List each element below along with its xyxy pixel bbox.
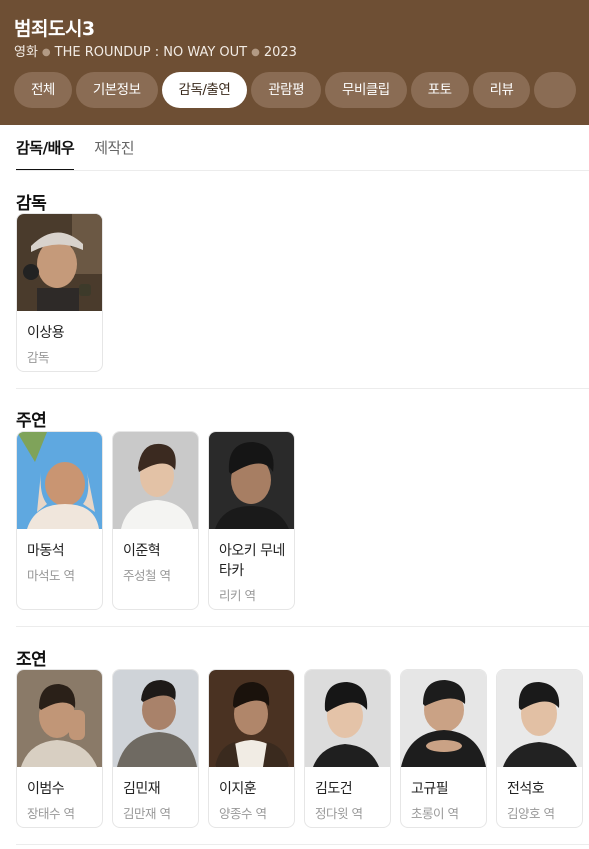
person-name: 고규필 [411, 781, 449, 797]
person-name: 김민재 [123, 781, 161, 797]
person-photo [113, 670, 198, 767]
person-card[interactable]: 김도건 정다윗 역 [304, 669, 391, 828]
person-photo [305, 670, 390, 767]
section-title-supporting: 조연 [16, 650, 47, 670]
person-name: 전석호 [507, 781, 545, 797]
person-card[interactable]: 이상용 감독 [16, 213, 103, 372]
person-photo [113, 432, 198, 529]
person-card[interactable]: 마동석 마석도 역 [16, 431, 103, 610]
tab-review-posts[interactable]: 리뷰 [472, 72, 531, 108]
separator-dot-icon: ● [251, 47, 260, 58]
person-photo [497, 670, 582, 767]
person-role: 주성철 역 [123, 568, 171, 583]
tab-all[interactable]: 전체 [14, 72, 72, 108]
person-role: 마석도 역 [27, 568, 75, 583]
person-card[interactable]: 고규필 초롱이 역 [400, 669, 487, 828]
meta-year: 2023 [263, 45, 297, 60]
person-role: 김만재 역 [123, 806, 171, 821]
section-divider [16, 844, 589, 845]
person-photo [401, 670, 486, 767]
person-photo [209, 432, 294, 529]
category-tabs: 전체 기본정보 감독/출연 관람평 무비클립 포토 리뷰 [14, 72, 589, 108]
person-name: 이지훈 [219, 781, 257, 797]
tab-basic-info[interactable]: 기본정보 [75, 72, 158, 108]
movie-meta: 영화 ● THE ROUNDUP : NO WAY OUT ● 2023 [14, 41, 297, 60]
person-role: 리키 역 [219, 588, 256, 603]
meta-type: 영화 [14, 45, 38, 60]
tab-reviews[interactable]: 관람평 [251, 72, 322, 108]
subtab-divider [16, 170, 589, 171]
person-role: 감독 [27, 350, 50, 365]
person-role: 김양호 역 [507, 806, 555, 821]
person-name: 마동석 [27, 543, 65, 559]
person-photo [17, 670, 102, 767]
section-title-director: 감독 [16, 194, 47, 214]
person-role: 장태수 역 [27, 806, 75, 821]
person-card[interactable]: 아오키 무네타카 리키 역 [208, 431, 295, 610]
person-card[interactable]: 이준혁 주성철 역 [112, 431, 199, 610]
movie-title: 범죄도시3 [14, 18, 95, 40]
movie-header: 범죄도시3 영화 ● THE ROUNDUP : NO WAY OUT ● 2023 전… [0, 0, 589, 125]
tab-movie-clips[interactable]: 무비클립 [325, 72, 407, 108]
person-card[interactable]: 이범수 장태수 역 [16, 669, 103, 828]
person-photo [17, 214, 102, 311]
person-name: 아오키 무네타카 [219, 543, 285, 579]
subtab-crew[interactable]: 제작진 [94, 137, 134, 171]
tab-more[interactable] [534, 72, 576, 108]
person-card[interactable]: 김민재 김만재 역 [112, 669, 199, 828]
person-card[interactable]: 전석호 김양호 역 [496, 669, 583, 828]
person-name: 이범수 [27, 781, 65, 797]
person-card[interactable]: 이지훈 양종수 역 [208, 669, 295, 828]
person-name: 이준혁 [123, 543, 161, 559]
tab-photos[interactable]: 포토 [410, 72, 469, 108]
person-photo [209, 670, 294, 767]
section-divider [16, 388, 589, 389]
meta-english-title: THE ROUNDUP : NO WAY OUT [54, 45, 248, 60]
person-name: 이상용 [27, 325, 65, 341]
separator-dot-icon: ● [41, 47, 51, 58]
person-photo [17, 432, 102, 529]
subtab-directors-actors[interactable]: 감독/배우 [16, 137, 75, 171]
person-role: 양종수 역 [219, 806, 267, 821]
section-divider [16, 626, 589, 627]
section-title-lead: 주연 [16, 411, 47, 431]
sub-tabs: 감독/배우 제작진 [16, 137, 154, 171]
person-role: 정다윗 역 [315, 806, 363, 821]
tab-cast[interactable]: 감독/출연 [161, 72, 248, 108]
person-role: 초롱이 역 [411, 806, 459, 821]
person-name: 김도건 [315, 781, 353, 797]
